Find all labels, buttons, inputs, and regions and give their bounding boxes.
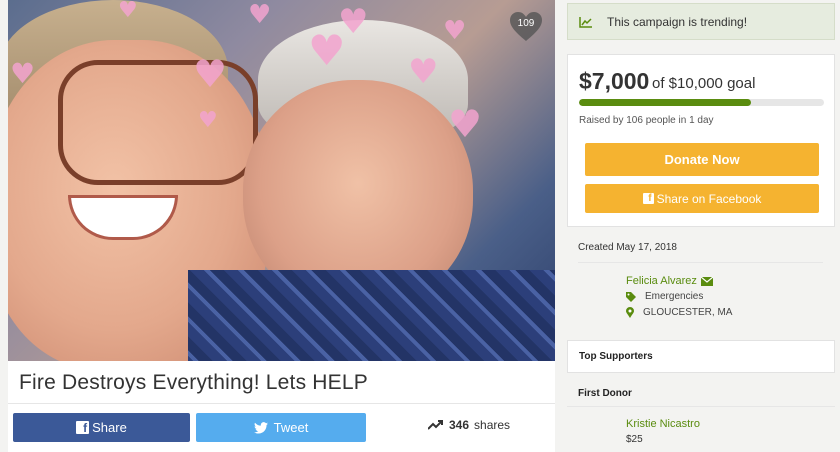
tweet-button[interactable]: Tweet [196, 413, 366, 442]
share-on-facebook-button[interactable]: f Share on Facebook [585, 184, 819, 213]
created-date: Created May 17, 2018 [578, 242, 677, 253]
location-text: GLOUCESTER, MA [643, 307, 733, 318]
trending-banner: This campaign is trending! [567, 3, 835, 40]
tweet-label: Tweet [273, 420, 309, 435]
details-divider [578, 262, 823, 263]
facebook-icon: f [642, 193, 654, 204]
progress-bar-fill [579, 99, 751, 106]
heart-sticker-icon: ♥ [198, 108, 218, 133]
progress-bar [579, 99, 824, 106]
heart-sticker-icon: ♥ [10, 57, 36, 90]
amount-raised: $7,000 [579, 68, 650, 94]
goal-text: of $10,000 goal [652, 75, 756, 92]
title-divider [8, 403, 555, 404]
category-row: Emergencies [626, 291, 703, 302]
heart-sticker-icon: ♥ [448, 102, 483, 146]
first-donor-label: First Donor [578, 388, 632, 399]
raised-by-text: Raised by 106 people in 1 day [579, 115, 714, 126]
funding-card: $7,000 of $10,000 goal Raised by 106 peo… [567, 54, 835, 227]
heart-sticker-icon: ♥ [443, 16, 467, 46]
trending-arrow-icon [428, 420, 443, 430]
facebook-share-button[interactable]: f Share [13, 413, 190, 442]
heart-sticker-icon: ♥ [248, 0, 272, 30]
heart-sticker-icon: ♥ [408, 52, 439, 92]
share-count: 346 shares [428, 418, 510, 432]
heart-sticker-icon: ♥ [193, 52, 228, 96]
photo-shirt [188, 270, 555, 361]
photo-glasses [58, 60, 258, 185]
tag-icon [626, 291, 636, 302]
first-donor-amount: $25 [626, 434, 643, 445]
twitter-bird-icon [253, 421, 268, 434]
share-on-facebook-label: Share on Facebook [656, 191, 762, 206]
trend-chart-icon [579, 16, 592, 28]
campaign-main-panel: ♥ ♥ ♥ ♥ ♥ ♥ ♥ ♥ ♥ ♥ 109 Fire Destroys Ev… [8, 0, 555, 452]
heart-count: 109 [517, 18, 535, 29]
heart-sticker-icon: ♥ [118, 0, 138, 23]
heart-sticker-icon: ♥ [338, 2, 369, 42]
trending-text: This campaign is trending! [607, 14, 748, 29]
facebook-icon: f [76, 421, 90, 435]
share-count-number: 346 [449, 418, 470, 432]
photo-heart-count-badge[interactable]: 109 [509, 12, 543, 42]
organizer-link[interactable]: Felicia Alvarez [626, 275, 713, 287]
donate-now-button[interactable]: Donate Now [585, 143, 819, 176]
top-supporters-header[interactable]: Top Supporters [567, 340, 835, 373]
envelope-icon[interactable] [700, 276, 713, 286]
campaign-title: Fire Destroys Everything! Lets HELP [19, 371, 368, 394]
first-donor-name: Kristie Nicastro [626, 418, 700, 430]
category-text[interactable]: Emergencies [645, 291, 703, 302]
location-row: GLOUCESTER, MA [626, 307, 732, 318]
organizer-name: Felicia Alvarez [626, 275, 697, 287]
campaign-photo: ♥ ♥ ♥ ♥ ♥ ♥ ♥ ♥ ♥ ♥ 109 [8, 0, 555, 361]
facebook-share-label: Share [92, 420, 127, 435]
donor-divider [567, 406, 835, 407]
map-pin-icon [626, 307, 634, 318]
share-count-label: shares [474, 418, 511, 432]
